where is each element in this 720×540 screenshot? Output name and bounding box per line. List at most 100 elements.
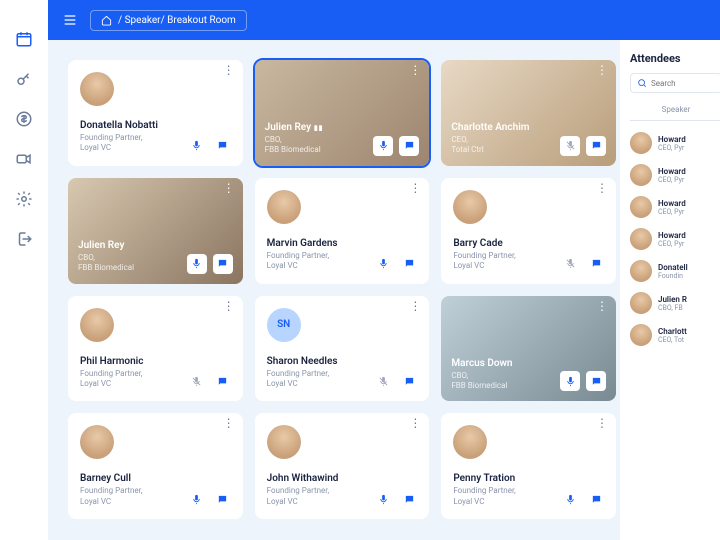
participant-card[interactable]: ⋮ Phil HarmonicFounding Partner,Loyal VC	[68, 296, 243, 402]
mic-button[interactable]	[560, 371, 580, 391]
more-icon[interactable]: ⋮	[409, 421, 421, 425]
avatar: SN	[267, 308, 301, 342]
mic-button[interactable]	[373, 371, 393, 391]
participant-name: Julien Rey	[78, 240, 134, 251]
more-icon[interactable]: ⋮	[223, 186, 235, 190]
attendee-item[interactable]: HowardCEO, Pyr	[630, 127, 720, 159]
attendee-item[interactable]: Julien RCBO, FB	[630, 287, 720, 319]
participant-name: Barry Cade	[453, 238, 604, 249]
search-box[interactable]	[630, 73, 720, 93]
hamburger-icon[interactable]	[62, 12, 78, 28]
participant-role: CBO,FBB Biomedical	[451, 371, 512, 392]
more-icon[interactable]: ⋮	[596, 421, 608, 425]
chat-button[interactable]	[399, 489, 419, 509]
mic-button[interactable]	[560, 254, 580, 274]
attendee-name: Donatell	[658, 263, 688, 272]
participant-card[interactable]: ⋮SN Sharon NeedlesFounding Partner,Loyal…	[255, 296, 430, 402]
chat-button[interactable]	[586, 254, 606, 274]
attendee-item[interactable]: DonatellFoundin	[630, 255, 720, 287]
more-icon[interactable]: ⋮	[596, 68, 608, 72]
mic-button[interactable]	[187, 136, 207, 156]
mic-button[interactable]	[187, 254, 207, 274]
attendees-panel: Attendees Speaker HowardCEO, PyrHowardCE…	[620, 40, 720, 540]
chat-button[interactable]	[586, 489, 606, 509]
participant-name: John Withawind	[267, 473, 418, 484]
participant-card[interactable]: ⋮ John WithawindFounding Partner,Loyal V…	[255, 413, 430, 519]
avatar	[630, 292, 652, 314]
more-icon[interactable]: ⋮	[223, 304, 235, 308]
attendee-item[interactable]: CharlottCEO, Tot	[630, 319, 720, 351]
attendee-item[interactable]: HowardCEO, Pyr	[630, 223, 720, 255]
avatar	[267, 425, 301, 459]
gear-icon[interactable]	[15, 190, 33, 208]
mic-button[interactable]	[373, 489, 393, 509]
participant-card[interactable]: ⋮ Penny TrationFounding Partner,Loyal VC	[441, 413, 616, 519]
chat-button[interactable]	[213, 136, 233, 156]
participant-role: CBO,FBB Biomedical	[265, 135, 324, 156]
participant-card[interactable]: ⋮ Julien ReyCBO,FBB Biomedical	[255, 60, 430, 166]
avatar	[267, 190, 301, 224]
avatar	[630, 164, 652, 186]
video-icon[interactable]	[15, 150, 33, 168]
more-icon[interactable]: ⋮	[409, 68, 421, 72]
avatar	[630, 260, 652, 282]
mic-button[interactable]	[187, 371, 207, 391]
attendee-item[interactable]: HowardCEO, Pyr	[630, 191, 720, 223]
more-icon[interactable]: ⋮	[223, 421, 235, 425]
mic-button[interactable]	[560, 489, 580, 509]
participant-name: Donatella Nobatti	[80, 120, 231, 131]
chat-button[interactable]	[399, 371, 419, 391]
more-icon[interactable]: ⋮	[596, 304, 608, 308]
participant-grid: ⋮ Donatella NobattiFounding Partner,Loya…	[68, 60, 616, 519]
attendee-item[interactable]: HowardCEO, Pyr	[630, 159, 720, 191]
avatar	[630, 132, 652, 154]
breadcrumb[interactable]: / Speaker/ Breakout Room	[90, 10, 247, 31]
tab-speaker[interactable]: Speaker	[630, 101, 720, 121]
attendee-name: Julien R	[658, 295, 687, 304]
more-icon[interactable]: ⋮	[409, 304, 421, 308]
nav-rail	[0, 0, 48, 540]
search-input[interactable]	[651, 79, 701, 88]
participant-card[interactable]: ⋮ Marvin GardensFounding Partner,Loyal V…	[255, 178, 430, 284]
attendee-role: Foundin	[658, 272, 688, 280]
avatar	[453, 190, 487, 224]
chat-button[interactable]	[399, 136, 419, 156]
attendee-role: CEO, Pyr	[658, 144, 686, 152]
participant-role: CEO,Total Ctrl	[451, 135, 529, 156]
attendee-name: Howard	[658, 167, 686, 176]
mic-button[interactable]	[373, 136, 393, 156]
avatar	[80, 308, 114, 342]
chat-button[interactable]	[586, 136, 606, 156]
more-icon[interactable]: ⋮	[596, 186, 608, 190]
participant-card[interactable]: ⋮ Donatella NobattiFounding Partner,Loya…	[68, 60, 243, 166]
mic-button[interactable]	[187, 489, 207, 509]
participant-card[interactable]: ⋮ Marcus Down CBO,FBB Biomedical	[441, 296, 616, 402]
chat-button[interactable]	[586, 371, 606, 391]
participant-card[interactable]: ⋮ Julien ReyCBO,FBB Biomedical	[68, 178, 243, 284]
dollar-icon[interactable]	[15, 110, 33, 128]
participant-card[interactable]: ⋮ Barry CadeFounding Partner,Loyal VC	[441, 178, 616, 284]
avatar	[80, 72, 114, 106]
search-icon	[637, 78, 647, 88]
participant-name: Marcus Down	[451, 358, 512, 369]
attendee-list: HowardCEO, PyrHowardCEO, PyrHowardCEO, P…	[630, 127, 720, 351]
participant-name: Sharon Needles	[267, 356, 418, 367]
chat-button[interactable]	[213, 254, 233, 274]
participant-card[interactable]: ⋮ Charlotte AnchimCEO,Total Ctrl	[441, 60, 616, 166]
mic-button[interactable]	[560, 136, 580, 156]
more-icon[interactable]: ⋮	[409, 186, 421, 190]
attendee-role: CEO, Pyr	[658, 240, 686, 248]
chat-button[interactable]	[213, 371, 233, 391]
attendee-role: CEO, Pyr	[658, 176, 686, 184]
participant-name: Marvin Gardens	[267, 238, 418, 249]
participant-card[interactable]: ⋮ Barney CullFounding Partner,Loyal VC	[68, 413, 243, 519]
calendar-icon[interactable]	[15, 30, 33, 48]
participant-name: Barney Cull	[80, 473, 231, 484]
attendee-role: CBO, FB	[658, 304, 687, 312]
chat-button[interactable]	[399, 254, 419, 274]
mic-button[interactable]	[373, 254, 393, 274]
chat-button[interactable]	[213, 489, 233, 509]
more-icon[interactable]: ⋮	[223, 68, 235, 72]
key-icon[interactable]	[15, 70, 33, 88]
logout-icon[interactable]	[15, 230, 33, 248]
